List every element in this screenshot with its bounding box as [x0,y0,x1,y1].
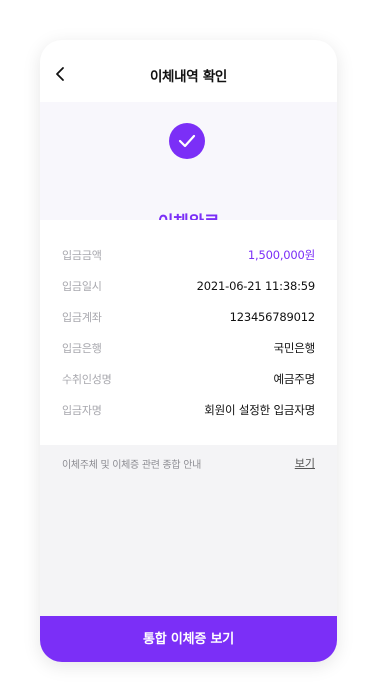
detail-value: 예금주명 [273,372,315,386]
detail-row-bank: 입금은행 국민은행 [62,339,315,357]
detail-row-depositor: 입금자명 회원이 설정한 입금자명 [62,401,315,419]
detail-label: 입금계좌 [62,311,102,324]
view-integrated-receipt-button[interactable]: 통합 이체증 보기 [40,616,337,662]
detail-value: 회원이 설정한 입금자명 [204,403,315,417]
guide-text: 이체주체 및 이체증 관련 종합 안내 [62,459,201,471]
detail-row-recipient: 수취인성명 예금주명 [62,370,315,388]
detail-label: 수취인성명 [62,373,112,386]
guide-view-link[interactable]: 보기 [295,455,315,471]
detail-value: 1,500,000원 [247,248,315,262]
back-button[interactable] [48,62,72,86]
detail-label: 입금금액 [62,249,102,262]
detail-row-datetime: 입금일시 2021-06-21 11:38:59 [62,277,315,295]
detail-label: 입금은행 [62,342,102,355]
detail-value: 123456789012 [229,310,316,324]
app-screen: 이체내역 확인 이체완료 입금금액 1,500,000원 입금일시 2021-0… [40,40,337,662]
detail-value: 2021-06-21 11:38:59 [196,279,316,293]
check-circle-icon [169,123,205,159]
detail-row-amount: 입금금액 1,500,000원 [62,246,315,264]
page-title: 이체내역 확인 [149,69,228,85]
top-bar: 이체내역 확인 [40,40,337,110]
detail-label: 입금일시 [62,280,102,293]
detail-value: 국민은행 [273,341,315,355]
guide-row: 이체주체 및 이체증 관련 종합 안내 보기 [62,455,315,471]
detail-label: 입금자명 [62,404,102,417]
transfer-details: 입금금액 1,500,000원 입금일시 2021-06-21 11:38:59… [40,220,337,445]
chevron-left-icon [56,67,64,81]
detail-row-account: 입금계좌 123456789012 [62,308,315,326]
